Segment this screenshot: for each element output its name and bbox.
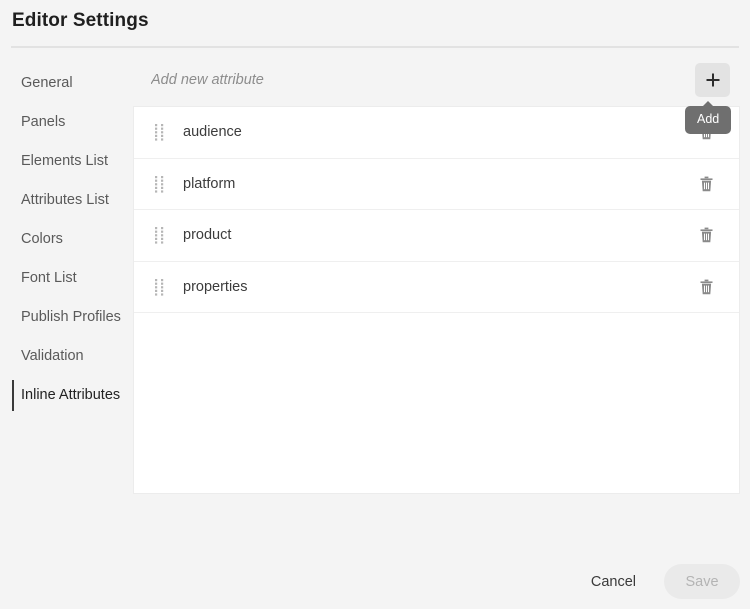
table-row[interactable]: properties xyxy=(134,262,739,314)
trash-icon xyxy=(699,176,714,192)
sidebar-item-label: Inline Attributes xyxy=(21,387,120,403)
table-row[interactable]: audience xyxy=(134,107,739,159)
add-attribute-row xyxy=(133,64,740,104)
sidebar-item-colors[interactable]: Colors xyxy=(0,220,133,259)
sidebar-item-inline-attributes[interactable]: Inline Attributes xyxy=(0,376,133,415)
trash-icon xyxy=(699,227,714,243)
add-attribute-button[interactable] xyxy=(695,63,730,97)
attribute-name: product xyxy=(183,227,689,243)
sidebar-item-validation[interactable]: Validation xyxy=(0,337,133,376)
page-title: Editor Settings xyxy=(12,10,149,32)
cancel-button[interactable]: Cancel xyxy=(585,566,642,598)
delete-attribute-button[interactable] xyxy=(689,270,723,304)
sidebar-item-label: Elements List xyxy=(21,153,108,169)
drag-handle-icon[interactable] xyxy=(154,278,166,296)
delete-attribute-button[interactable] xyxy=(689,167,723,201)
dialog-footer: Cancel Save xyxy=(585,564,740,599)
sidebar-item-label: Font List xyxy=(21,270,77,286)
plus-icon xyxy=(695,63,730,97)
table-row[interactable]: product xyxy=(134,210,739,262)
sidebar-item-label: Colors xyxy=(21,231,63,247)
sidebar-item-label: Publish Profiles xyxy=(21,309,121,325)
sidebar-item-label: Panels xyxy=(21,114,65,130)
settings-sidebar: General Panels Elements List Attributes … xyxy=(0,64,133,415)
drag-handle-icon[interactable] xyxy=(154,175,166,193)
drag-handle-icon[interactable] xyxy=(154,123,166,141)
sidebar-item-panels[interactable]: Panels xyxy=(0,103,133,142)
trash-icon xyxy=(699,279,714,295)
add-attribute-input[interactable] xyxy=(151,72,581,88)
sidebar-item-label: Validation xyxy=(21,348,84,364)
sidebar-item-publish-profiles[interactable]: Publish Profiles xyxy=(0,298,133,337)
attributes-list-panel: audience xyxy=(133,106,740,494)
sidebar-item-font-list[interactable]: Font List xyxy=(0,259,133,298)
drag-handle-icon[interactable] xyxy=(154,226,166,244)
sidebar-item-attributes-list[interactable]: Attributes List xyxy=(0,181,133,220)
sidebar-item-elements-list[interactable]: Elements List xyxy=(0,142,133,181)
table-row[interactable]: platform xyxy=(134,159,739,211)
attribute-name: platform xyxy=(183,176,689,192)
save-button[interactable]: Save xyxy=(664,564,740,599)
settings-main-panel: audience xyxy=(133,64,740,494)
attribute-name: properties xyxy=(183,279,689,295)
sidebar-item-general[interactable]: General xyxy=(0,64,133,103)
sidebar-item-label: General xyxy=(21,75,73,91)
sidebar-item-label: Attributes List xyxy=(21,192,109,208)
add-button-tooltip: Add xyxy=(685,106,731,134)
delete-attribute-button[interactable] xyxy=(689,218,723,252)
header-divider xyxy=(11,46,739,48)
attribute-name: audience xyxy=(183,124,689,140)
